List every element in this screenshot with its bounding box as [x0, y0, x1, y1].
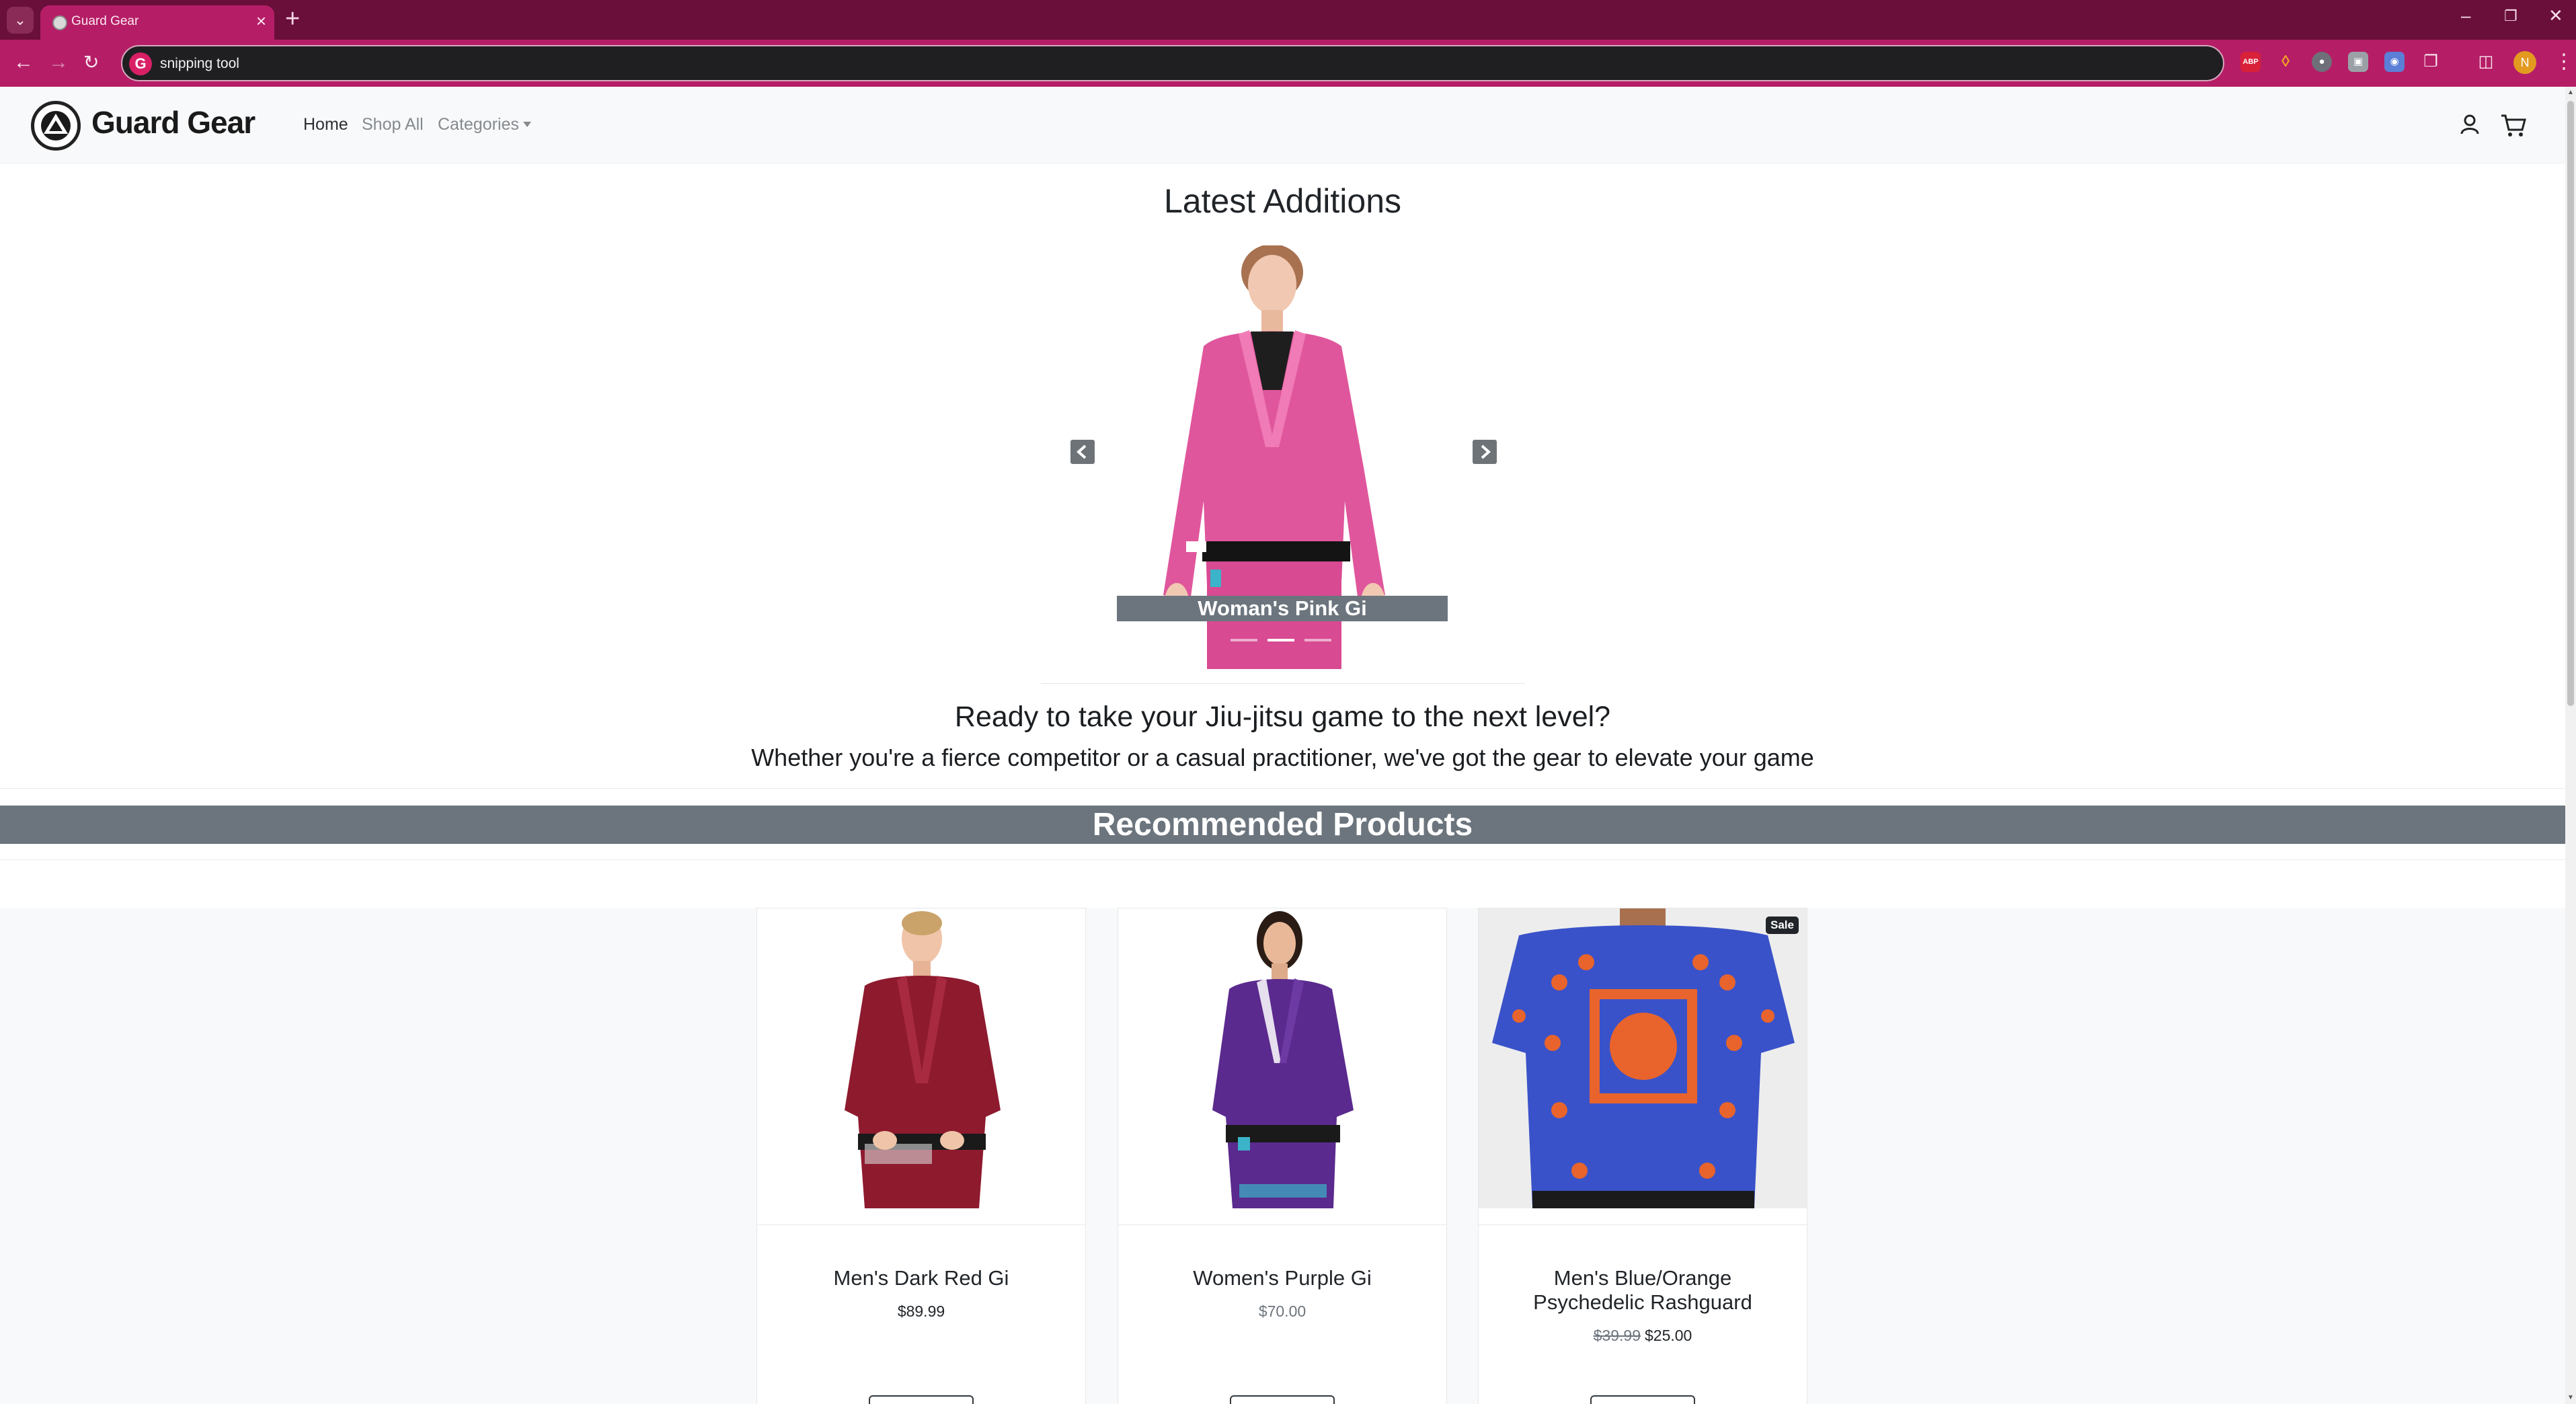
scroll-down-icon[interactable]: ▼	[2567, 1395, 2574, 1401]
nav-categories-label: Categories	[438, 115, 519, 134]
address-text[interactable]: snipping tool	[160, 56, 239, 72]
diamond-icon[interactable]: ◊	[2275, 52, 2296, 72]
menu-kebab-icon[interactable]: ⋮	[2554, 50, 2574, 73]
product-card[interactable]: Women's Purple Gi $70.00	[1118, 908, 1447, 1404]
carousel-indicators	[1231, 639, 1335, 643]
page-icon[interactable]: ▣	[2348, 52, 2368, 72]
product-image[interactable]	[757, 908, 1085, 1208]
product-title-line-1: Men's Blue/Orange	[1553, 1266, 1732, 1290]
product-title-line-2: Psychedelic Rashguard	[1533, 1290, 1752, 1314]
carousel-indicator-1[interactable]	[1231, 639, 1257, 641]
restore-icon[interactable]: ❐	[2504, 7, 2518, 25]
browser-toolbar: ← → ↻ G snipping tool ABP ◊ ● ▣ ◉ ❐ ◫ N …	[0, 40, 2576, 87]
new-tab-icon[interactable]: +	[285, 5, 300, 32]
latest-additions-title: Latest Additions	[1163, 182, 1402, 220]
abp-icon[interactable]: ABP	[2240, 52, 2261, 72]
minimize-icon[interactable]: –	[2461, 5, 2470, 26]
tab-title: Guard Gear	[71, 14, 139, 28]
product-title[interactable]: Men's Blue/Orange Psychedelic Rashguard	[1479, 1266, 1807, 1315]
product-price: $39.99 $25.00	[1479, 1327, 1807, 1345]
globe-icon	[52, 15, 67, 30]
product-old-price: $39.99	[1593, 1327, 1641, 1344]
carousel-caption: Woman's Pink Gi	[1117, 596, 1448, 621]
view-product-button[interactable]	[869, 1395, 974, 1404]
google-icon: G	[129, 52, 152, 75]
view-product-button[interactable]	[1590, 1395, 1695, 1404]
reload-icon[interactable]: ↻	[83, 49, 99, 76]
user-icon[interactable]	[2460, 114, 2480, 139]
side-panel-icon[interactable]: ◫	[2476, 52, 2496, 72]
card-divider	[1118, 1224, 1446, 1225]
product-sale-price: $25.00	[1645, 1327, 1692, 1344]
tab-search-button[interactable]: ⌄	[7, 7, 34, 34]
product-title[interactable]: Women's Purple Gi	[1118, 1266, 1446, 1290]
profile-avatar[interactable]: N	[2513, 51, 2536, 74]
camera-icon[interactable]: ◉	[2384, 52, 2405, 72]
product-title[interactable]: Men's Dark Red Gi	[757, 1266, 1085, 1290]
puzzle-icon[interactable]: ❐	[2421, 52, 2441, 72]
hero-heading: Ready to take your Jiu-jitsu game to the…	[954, 701, 1611, 733]
product-image[interactable]: Sale	[1479, 908, 1807, 1208]
tab-close-icon[interactable]: ×	[256, 11, 266, 31]
divider	[0, 859, 2565, 860]
nav-home[interactable]: Home	[303, 115, 348, 134]
carousel-indicator-3[interactable]	[1304, 639, 1331, 641]
copilot-icon[interactable]: ●	[2312, 52, 2332, 72]
nav-shop-all[interactable]: Shop All	[362, 115, 424, 134]
scroll-up-icon[interactable]: ▲	[2567, 89, 2574, 96]
hero-subheading: Whether you're a fierce competitor or a …	[751, 744, 1814, 771]
carousel-prev-icon[interactable]	[1070, 440, 1095, 464]
product-image[interactable]	[1118, 908, 1446, 1208]
cart-icon[interactable]	[2500, 114, 2527, 141]
address-bar[interactable]: G snipping tool	[121, 45, 2224, 81]
product-price: $70.00	[1258, 1302, 1306, 1320]
card-divider	[757, 1224, 1085, 1225]
divider	[0, 788, 2565, 789]
product-price: $89.99	[897, 1302, 945, 1320]
site-navbar: Guard Gear Home Shop All Categories	[0, 87, 2565, 163]
sale-badge: Sale	[1766, 916, 1799, 934]
recommended-products-title: Recommended Products	[0, 806, 2565, 844]
card-divider	[1479, 1224, 1807, 1225]
carousel-next-icon[interactable]	[1473, 440, 1497, 464]
divider	[1041, 683, 1525, 684]
product-card[interactable]: Men's Dark Red Gi $89.99	[756, 908, 1086, 1404]
back-icon[interactable]: ←	[13, 49, 34, 76]
nav-categories-dropdown[interactable]: Categories	[438, 115, 531, 134]
brand-logo-icon[interactable]	[31, 101, 81, 151]
brand-name[interactable]: Guard Gear	[91, 104, 256, 141]
product-card[interactable]: Sale Men's Blue/Orange Psychedelic Rashg…	[1478, 908, 1807, 1404]
view-product-button[interactable]	[1230, 1395, 1335, 1404]
caret-down-icon	[522, 122, 531, 127]
scrollbar-thumb[interactable]	[2567, 101, 2574, 706]
forward-icon[interactable]: →	[48, 49, 69, 76]
browser-tab-strip: ⌄ Guard Gear × + – ❐ ✕	[0, 0, 2576, 40]
browser-tab-active[interactable]: Guard Gear ×	[40, 5, 274, 40]
carousel-indicator-2[interactable]	[1267, 639, 1294, 641]
close-window-icon[interactable]: ✕	[2548, 5, 2563, 26]
